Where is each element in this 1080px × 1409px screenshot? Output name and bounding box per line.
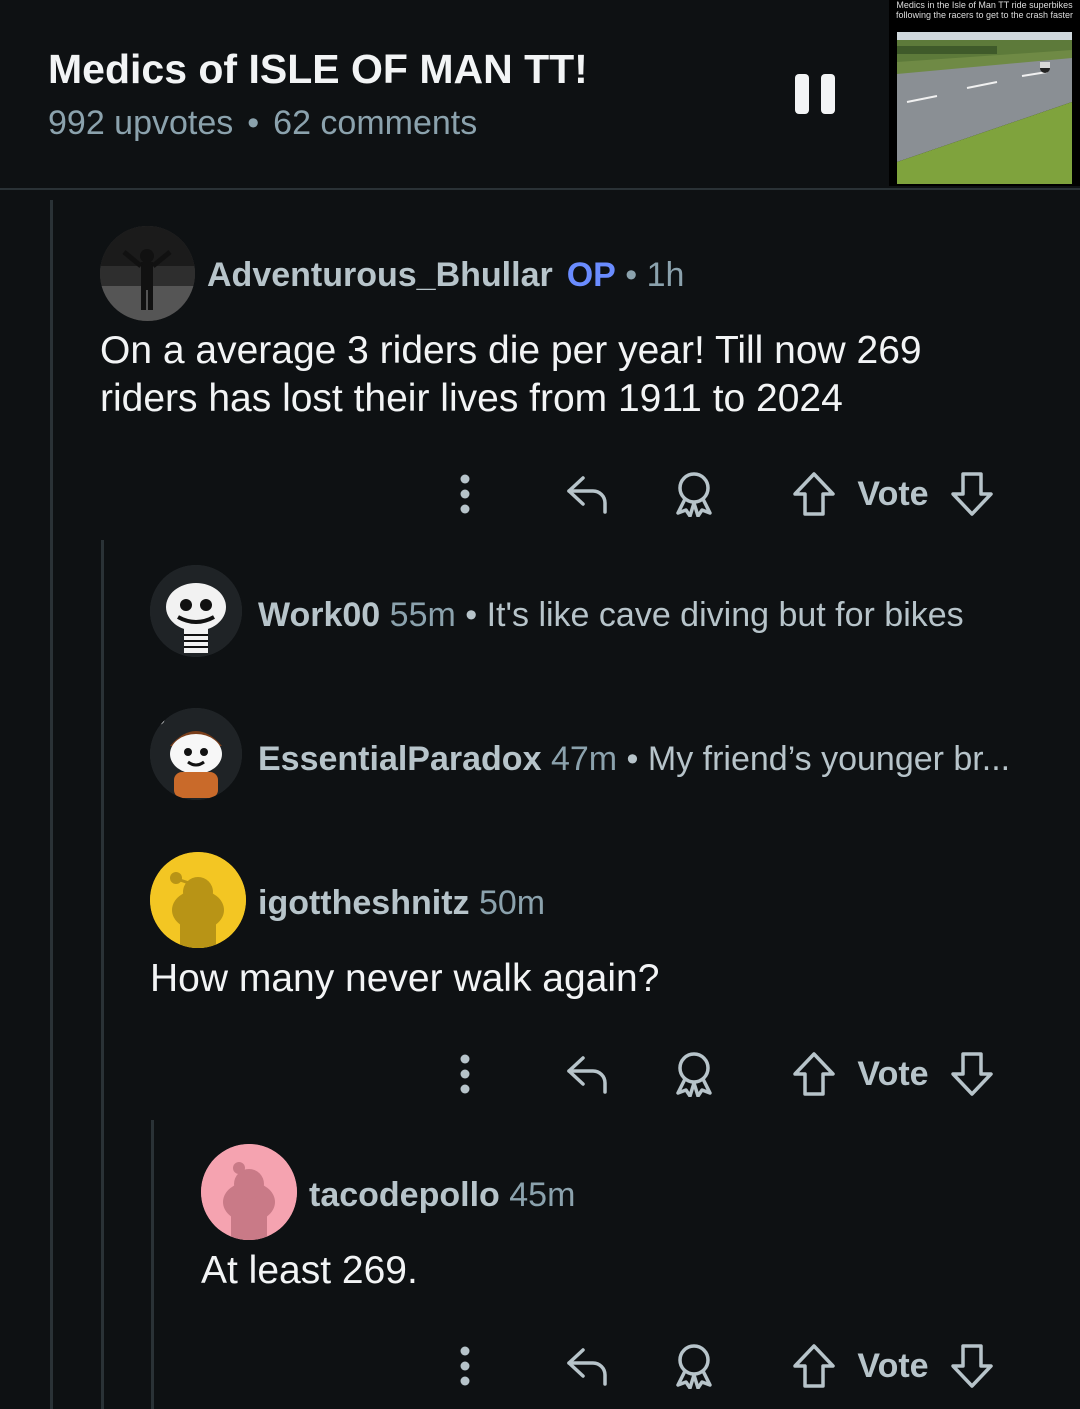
more-icon[interactable]	[440, 1336, 490, 1396]
collapsed-comment-line[interactable]: EssentialParadox 47m • My friend’s young…	[258, 740, 1010, 779]
road-scene-image	[897, 32, 1072, 184]
avatar[interactable]	[150, 565, 242, 657]
collapsed-comment-line[interactable]: Work00 55m • It's like cave diving but f…	[258, 596, 964, 635]
upvote-count: 992 upvotes	[48, 104, 234, 142]
video-caption: Medics in the Isle of Man TT ride superb…	[895, 0, 1074, 20]
vote-count: Vote	[857, 1346, 929, 1385]
pause-icon[interactable]	[795, 74, 837, 114]
comment-actions: Vote	[440, 1044, 1000, 1104]
vote-count: Vote	[857, 1054, 929, 1093]
comment-body: How many never walk again?	[150, 957, 660, 1000]
comment-time: 47m	[550, 740, 618, 778]
reply-icon[interactable]	[558, 1044, 618, 1104]
username[interactable]: EssentialParadox	[258, 740, 541, 778]
avatar[interactable]	[150, 708, 242, 800]
upvote-icon[interactable]	[786, 464, 842, 524]
thread-line[interactable]	[151, 1120, 154, 1409]
award-icon[interactable]	[666, 464, 722, 524]
award-icon[interactable]	[666, 1336, 722, 1396]
downvote-icon[interactable]	[944, 464, 1000, 524]
username[interactable]: Adventurous_Bhullar	[207, 256, 553, 294]
comment-author-line: Adventurous_Bhullar OP • 1h	[207, 256, 684, 295]
post-header: Medics of ISLE OF MAN TT! 992 upvotes • 62…	[0, 0, 1080, 190]
thread-line[interactable]	[101, 540, 104, 1409]
award-icon[interactable]	[666, 1044, 722, 1104]
video-thumbnail[interactable]: Medics in the Isle of Man TT ride superb…	[889, 0, 1080, 186]
downvote-icon[interactable]	[944, 1044, 1000, 1104]
upvote-icon[interactable]	[786, 1044, 842, 1104]
comment-author-line: tacodepollo 45m	[309, 1176, 575, 1215]
avatar[interactable]	[150, 852, 246, 948]
more-icon[interactable]	[440, 464, 490, 524]
reply-icon[interactable]	[558, 1336, 618, 1396]
avatar[interactable]	[201, 1144, 297, 1240]
comment-time: • 1h	[625, 256, 685, 294]
post-title[interactable]: Medics of ISLE OF MAN TT!	[48, 46, 588, 93]
username[interactable]: Work00	[258, 596, 380, 634]
post-meta: 992 upvotes • 62 comments	[48, 104, 477, 143]
meta-separator: •	[247, 104, 260, 142]
comment-time: 50m	[478, 884, 546, 922]
comment-author-line: igottheshnitz 50m	[258, 884, 545, 923]
comment-preview: • My friend’s younger br...	[626, 740, 1011, 778]
op-badge: OP	[566, 256, 616, 294]
reply-icon[interactable]	[558, 464, 618, 524]
vote-count: Vote	[857, 474, 929, 513]
avatar[interactable]	[100, 226, 195, 321]
comment-time: 45m	[509, 1176, 576, 1214]
thread-line[interactable]	[50, 200, 53, 1409]
username[interactable]: igottheshnitz	[258, 884, 470, 922]
comment-body: On a average 3 riders die per year! Till…	[100, 329, 922, 420]
comment-actions: Vote	[440, 464, 1000, 524]
username[interactable]: tacodepollo	[309, 1176, 500, 1214]
comment-count[interactable]: 62 comments	[273, 104, 477, 142]
comment-body: At least 269.	[201, 1249, 418, 1292]
more-icon[interactable]	[440, 1044, 490, 1104]
comment-time: 55m	[389, 596, 456, 634]
downvote-icon[interactable]	[944, 1336, 1000, 1396]
comment-preview: • It's like cave diving but for bikes	[465, 596, 964, 634]
upvote-icon[interactable]	[786, 1336, 842, 1396]
comment-actions: Vote	[440, 1336, 1000, 1396]
